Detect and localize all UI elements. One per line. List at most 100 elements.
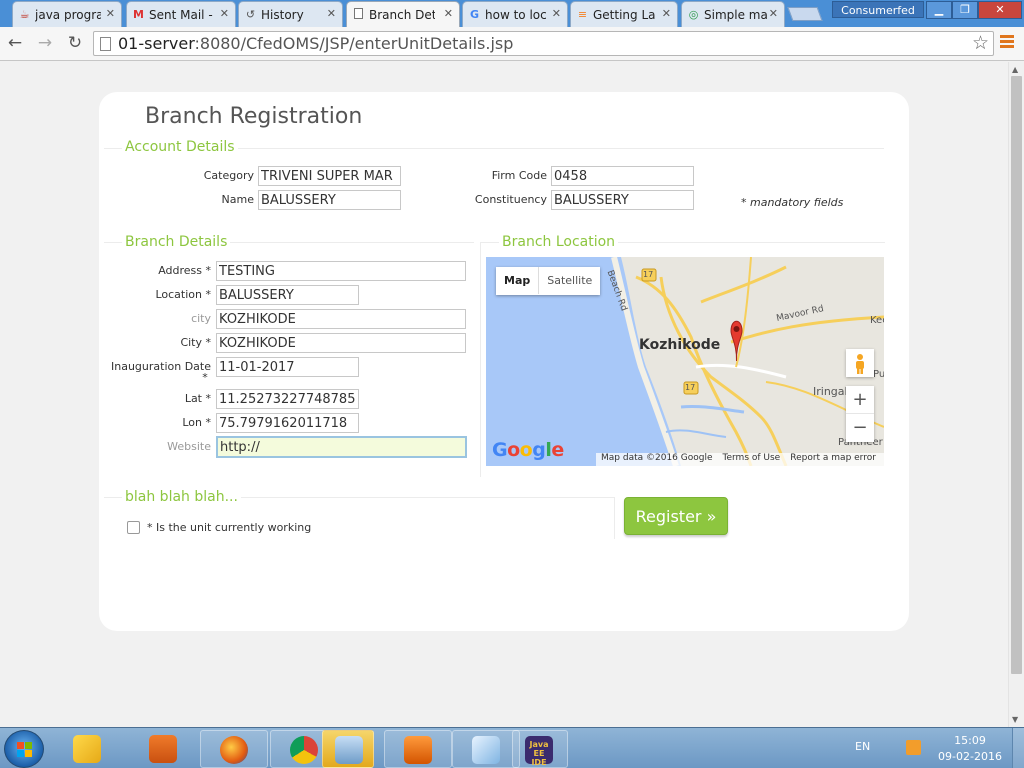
address-bar[interactable]: 01-server:8080/CfedOMS/JSP/enterUnitDeta… xyxy=(93,31,994,56)
tab-label: Simple ma xyxy=(704,8,768,22)
zoom-in-button[interactable]: + xyxy=(846,386,874,414)
close-icon[interactable]: ✕ xyxy=(327,7,336,20)
terms-of-use-link[interactable]: Terms of Use xyxy=(723,453,781,463)
taskbar-java-ee-ide[interactable]: Java EE IDE xyxy=(512,730,568,768)
address-input[interactable] xyxy=(216,261,466,281)
firm-code-input[interactable] xyxy=(551,166,694,186)
scroll-down-arrow-icon[interactable]: ▼ xyxy=(1012,715,1018,724)
clock-date: 09-02-2016 xyxy=(938,750,1002,763)
sublime-tray-icon[interactable] xyxy=(906,740,921,755)
tab-history[interactable]: ↺ History ✕ xyxy=(238,1,343,27)
map-type-control: Map Satellite xyxy=(496,267,601,295)
category-input[interactable] xyxy=(258,166,401,186)
street-view-pegman-icon[interactable] xyxy=(846,349,874,377)
website-input[interactable] xyxy=(216,436,467,458)
website-label: Website xyxy=(167,440,211,453)
window-close-button[interactable]: ✕ xyxy=(978,1,1022,19)
constituency-label: Constituency xyxy=(474,193,547,206)
close-icon[interactable]: ✕ xyxy=(444,7,453,20)
new-tab-button[interactable] xyxy=(787,7,823,21)
browser-tabstrip: ☕ java progra ✕ M Sent Mail - ✕ ↺ Histor… xyxy=(0,0,1024,28)
close-icon[interactable]: ✕ xyxy=(769,7,778,20)
zoom-out-button[interactable]: − xyxy=(846,414,874,442)
page-viewport: Branch Registration Account Details Cate… xyxy=(0,62,1008,727)
unit-working-label: * Is the unit currently working xyxy=(147,521,312,534)
tab-branch-details[interactable]: Branch Det ✕ xyxy=(346,1,460,28)
tab-how-to-loc[interactable]: G how to loc ✕ xyxy=(462,1,568,27)
tab-java[interactable]: ☕ java progra ✕ xyxy=(12,1,122,27)
page-icon xyxy=(100,37,111,51)
google-icon: G xyxy=(469,8,480,21)
tab-label: Getting La xyxy=(593,8,656,22)
chrome-icon: ◎ xyxy=(688,8,699,21)
taskbar-file-manager[interactable] xyxy=(322,730,374,768)
name-input[interactable] xyxy=(258,190,401,210)
reload-icon[interactable]: ↻ xyxy=(64,33,86,53)
scroll-up-arrow-icon[interactable]: ▲ xyxy=(1012,65,1018,74)
clock-time: 15:09 xyxy=(954,734,986,747)
tab-sent-mail[interactable]: M Sent Mail - ✕ xyxy=(126,1,236,27)
name-label: Name xyxy=(221,193,254,206)
city-input[interactable] xyxy=(216,333,466,353)
divider xyxy=(614,497,615,539)
close-icon[interactable]: ✕ xyxy=(220,7,229,20)
minimize-button[interactable]: ▁ xyxy=(926,1,952,19)
show-desktop-button[interactable] xyxy=(1012,728,1024,768)
scrollbar-thumb[interactable] xyxy=(1011,76,1022,674)
start-button[interactable] xyxy=(4,730,44,768)
register-button[interactable]: Register » xyxy=(624,497,728,535)
registration-card: Branch Registration Account Details Cate… xyxy=(99,92,909,631)
windows-taskbar: Java EE IDE EN 15:09 09-02-2016 xyxy=(0,727,1024,768)
java-ee-ide-icon: Java EE IDE xyxy=(525,736,553,767)
section-heading-location: Branch Location xyxy=(499,234,619,250)
mandatory-note: * mandatory fields xyxy=(741,196,844,209)
lat-label: Lat * xyxy=(184,392,211,405)
forward-arrow-icon[interactable]: → xyxy=(34,33,56,53)
lat-input[interactable] xyxy=(216,389,359,409)
report-map-error-link[interactable]: Report a map error xyxy=(790,453,876,463)
taskbar-explorer[interactable] xyxy=(54,730,122,768)
media-player-icon xyxy=(149,735,177,763)
map-label-edge: Kee xyxy=(870,315,884,326)
map-widget[interactable]: 17 17 Beach Rd Mavoor Rd Kozhikode Iring… xyxy=(486,257,884,466)
close-icon[interactable]: ✕ xyxy=(662,7,671,20)
address-label: Address * xyxy=(158,264,211,277)
divider xyxy=(480,242,481,477)
map-type-satellite-button[interactable]: Satellite xyxy=(539,267,600,294)
maximize-button[interactable]: ❐ xyxy=(952,1,978,19)
section-heading-branch: Branch Details xyxy=(122,234,231,250)
inauguration-required-mark: * xyxy=(202,371,208,384)
road-badge: 17 xyxy=(643,270,654,279)
category-label: Category xyxy=(203,169,254,182)
map-type-map-button[interactable]: Map xyxy=(496,267,540,294)
location-input[interactable] xyxy=(216,285,359,305)
close-icon[interactable]: ✕ xyxy=(106,7,115,20)
constituency-input[interactable] xyxy=(551,190,694,210)
bookmark-star-icon[interactable]: ☆ xyxy=(972,32,989,54)
page-title: Branch Registration xyxy=(145,104,363,129)
map-data-attribution: Map data ©2016 Google xyxy=(601,453,713,463)
browser-toolbar: ← → ↻ 01-server:8080/CfedOMS/JSP/enterUn… xyxy=(0,27,1024,61)
history-icon: ↺ xyxy=(245,8,256,21)
gmail-icon: M xyxy=(133,8,144,21)
taskbar-media-player[interactable] xyxy=(130,730,198,768)
taskbar-firefox[interactable] xyxy=(200,730,268,768)
close-icon[interactable]: ✕ xyxy=(552,7,561,20)
taskbar-sublime-text[interactable] xyxy=(384,730,452,768)
taskbar-clock[interactable]: 15:09 09-02-2016 xyxy=(932,733,1008,765)
vertical-scrollbar[interactable]: ▲ ▼ xyxy=(1008,62,1024,727)
tab-getting-la[interactable]: ≡ Getting La ✕ xyxy=(570,1,678,27)
tab-simple-map[interactable]: ◎ Simple ma ✕ xyxy=(681,1,785,27)
menu-icon[interactable] xyxy=(1000,35,1014,50)
city-lower-input[interactable] xyxy=(216,309,466,329)
unit-working-checkbox[interactable] xyxy=(127,521,140,534)
firefox-icon xyxy=(220,736,248,764)
tab-label: History xyxy=(261,8,304,22)
taskbar-notepad[interactable] xyxy=(452,730,520,768)
profile-name[interactable]: Consumerfed xyxy=(832,1,924,18)
inauguration-date-input[interactable] xyxy=(216,357,359,377)
lon-input[interactable] xyxy=(216,413,359,433)
back-arrow-icon[interactable]: ← xyxy=(4,33,26,53)
language-indicator[interactable]: EN xyxy=(855,740,870,753)
firm-code-label: Firm Code xyxy=(491,169,547,182)
